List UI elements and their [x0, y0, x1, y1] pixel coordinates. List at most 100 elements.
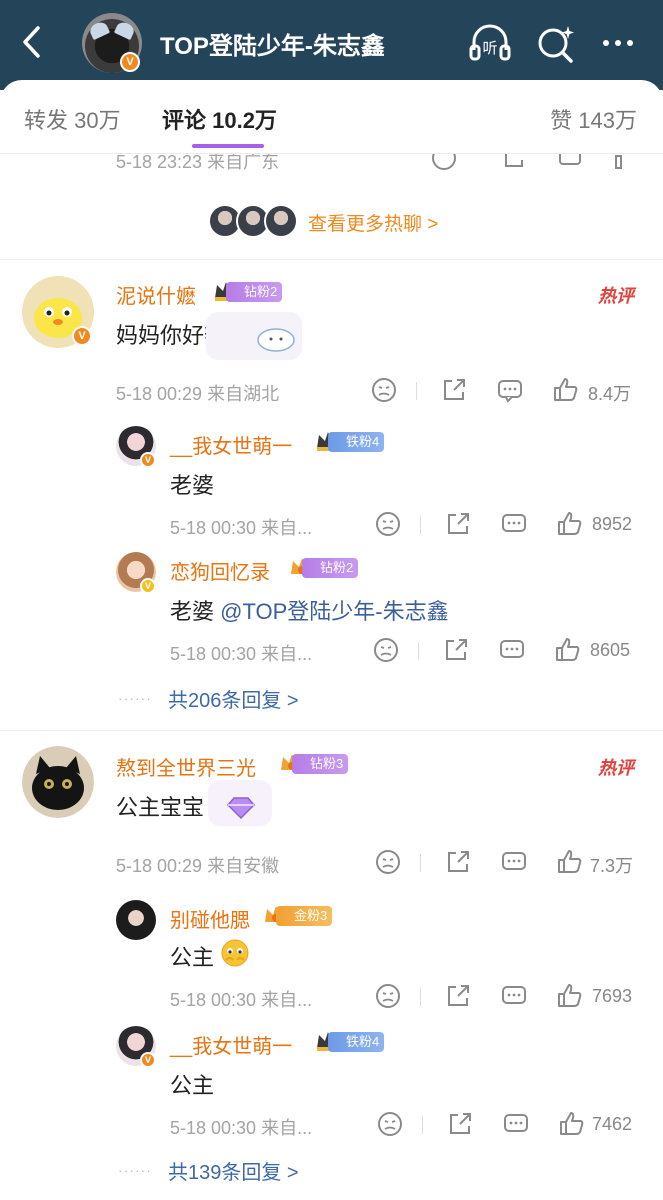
divider	[422, 1116, 423, 1134]
comment-icon[interactable]	[496, 376, 524, 404]
more-hot-talks[interactable]: 查看更多热聊 >	[0, 196, 663, 256]
username[interactable]: 别碰他腮	[170, 904, 250, 933]
fan-badge: 钻粉3	[292, 754, 349, 774]
like-count: 7462	[592, 1114, 633, 1134]
tab-reposts[interactable]: 转发 30万	[24, 103, 121, 135]
comment-meta-row: 5-18 00:29 来自湖北 8.4万	[0, 376, 663, 406]
fan-badge: 铁粉4	[328, 432, 385, 452]
comment-icon[interactable]	[500, 848, 528, 876]
verified-badge: V	[140, 1052, 156, 1068]
headphones-listen-icon: 听	[469, 24, 511, 61]
comment-content[interactable]: 公主宝宝	[116, 790, 204, 822]
comment-meta-row: 5-18 00:29 来自安徽 7.3万	[0, 848, 663, 878]
username[interactable]: __我女世萌一	[170, 1030, 292, 1059]
like-icon[interactable]	[558, 1110, 586, 1138]
dotted-leader: ······	[118, 1162, 152, 1178]
username[interactable]: __我女世萌一	[170, 430, 292, 459]
dislike-icon[interactable]	[370, 376, 398, 404]
tab-comments[interactable]: 评论 10.2万	[162, 103, 277, 135]
comment-meta: 5-18 23:23 来自广东	[116, 154, 280, 172]
view-all-replies-link[interactable]: 共206条回复 >	[168, 684, 299, 713]
like-icon[interactable]	[612, 154, 640, 172]
mini-avatar	[264, 204, 298, 238]
share-icon[interactable]	[500, 154, 528, 172]
like-count: 7693	[592, 986, 633, 1006]
comment-meta: 5-18 00:29 来自安徽	[116, 856, 280, 876]
account-title[interactable]: TOP登陆少年-朱志鑫	[160, 26, 385, 61]
dotted-leader: ······	[118, 690, 152, 706]
like-icon[interactable]	[554, 636, 582, 664]
back-button[interactable]	[14, 22, 50, 62]
fan-badge: 钻粉2	[302, 558, 359, 578]
share-icon[interactable]	[446, 1110, 474, 1138]
share-icon[interactable]	[440, 376, 468, 404]
search-button[interactable]	[534, 22, 578, 64]
more-button[interactable]	[598, 22, 642, 64]
reply-content[interactable]: 老婆 @TOP登陆少年-朱志鑫	[170, 594, 449, 626]
like-icon[interactable]	[556, 982, 584, 1010]
view-all-replies-link[interactable]: 共139条回复 >	[168, 1156, 299, 1185]
dislike-icon[interactable]	[374, 982, 402, 1010]
dislike-icon[interactable]	[372, 636, 400, 664]
divider	[418, 642, 419, 660]
like-icon[interactable]	[556, 510, 584, 538]
comment-icon[interactable]	[498, 636, 526, 664]
search-sparkle-icon	[538, 26, 574, 63]
active-tab-indicator	[192, 144, 264, 148]
comment-icon[interactable]	[556, 154, 584, 172]
comment-list[interactable]: 5-18 23:23 来自广东 查看更多热聊 > V 泥说什嬷 钻粉2 热评 妈…	[0, 154, 663, 1200]
reply-content[interactable]: 公主	[170, 1068, 214, 1100]
comment-icon[interactable]	[500, 982, 528, 1010]
hot-comment-tag: 热评	[598, 286, 634, 306]
dislike-icon[interactable]	[374, 510, 402, 538]
fan-badge: 钻粉2	[226, 282, 283, 302]
fan-badge: 金粉3	[276, 906, 333, 926]
divider	[420, 516, 421, 534]
reply-meta-row: 5-18 00:30 来自... 8605	[0, 636, 663, 666]
reply-content[interactable]: 老婆	[170, 468, 214, 500]
divider	[0, 259, 663, 260]
dislike-icon[interactable]	[376, 1110, 404, 1138]
like-icon[interactable]	[556, 848, 584, 876]
like-count: 8.4万	[588, 384, 632, 404]
dislike-icon[interactable]	[430, 154, 458, 172]
divider	[416, 382, 417, 400]
svg-text:听: 听	[482, 40, 497, 57]
mention-link[interactable]: @TOP登陆少年-朱志鑫	[220, 599, 449, 624]
avatar[interactable]	[22, 746, 94, 818]
username[interactable]: 熬到全世界三光	[116, 752, 256, 781]
username[interactable]: 恋狗回忆录	[170, 556, 270, 585]
share-icon[interactable]	[444, 510, 472, 538]
like-icon[interactable]	[552, 376, 580, 404]
share-icon[interactable]	[444, 982, 472, 1010]
divider	[420, 854, 421, 872]
prev-comment-meta-row: 5-18 23:23 来自广东	[0, 154, 663, 174]
chevron-left-icon	[23, 26, 40, 58]
reply-meta: 5-18 00:30 来自...	[170, 518, 313, 538]
reply-meta-row: 5-18 00:30 来自... 8952	[0, 510, 663, 540]
avatar[interactable]	[116, 900, 156, 940]
share-icon[interactable]	[442, 636, 470, 664]
comment-icon[interactable]	[502, 1110, 530, 1138]
more-hot-talks-link[interactable]: 查看更多热聊 >	[308, 209, 438, 236]
reply-meta-row: 5-18 00:30 来自... 7693	[0, 982, 663, 1012]
like-count: 8605	[590, 640, 631, 660]
hot-comment-tag: 热评	[598, 758, 634, 778]
reply-meta: 5-18 00:30 来自...	[170, 644, 313, 664]
black-cat-avatar-icon	[22, 746, 94, 818]
verified-badge: V	[120, 52, 140, 72]
reply-content[interactable]: 公主	[170, 940, 214, 972]
comment-icon[interactable]	[500, 510, 528, 538]
emoji-pleading-icon	[221, 939, 249, 967]
top-nav-bar: V TOP登陆少年-朱志鑫 听	[0, 0, 663, 90]
share-icon[interactable]	[444, 848, 472, 876]
username[interactable]: 泥说什嬷	[116, 280, 196, 309]
more-dots-icon	[603, 40, 633, 46]
like-count: 8952	[592, 514, 633, 534]
dislike-icon[interactable]	[374, 848, 402, 876]
tab-likes[interactable]: 赞 143万	[550, 103, 637, 135]
fan-badge: 铁粉4	[328, 1032, 385, 1052]
divider	[0, 730, 663, 731]
listen-button[interactable]: 听	[468, 22, 512, 64]
divider	[420, 988, 421, 1006]
